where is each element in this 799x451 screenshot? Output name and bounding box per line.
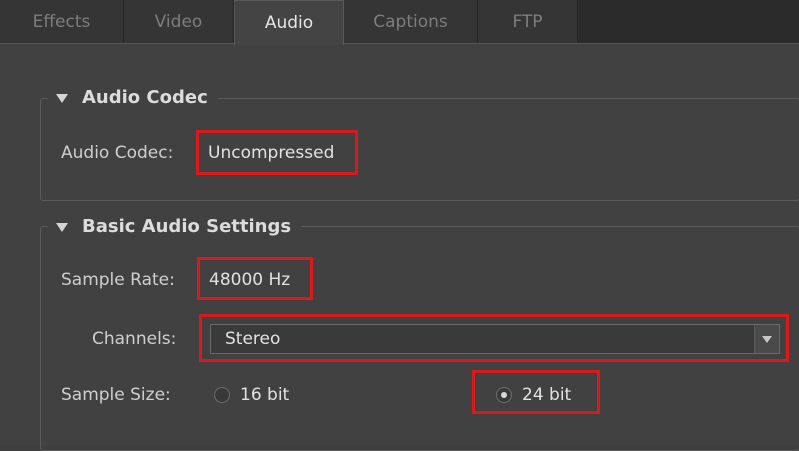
collapse-triangle-icon[interactable] xyxy=(56,222,68,232)
sample-size-24bit-option[interactable]: 24 bit xyxy=(496,385,571,405)
tab-ftp[interactable]: FTP xyxy=(478,0,578,43)
chevron-down-icon xyxy=(762,335,772,343)
sample-size-16bit-label: 16 bit xyxy=(240,385,290,405)
sample-size-label: Sample Size: xyxy=(61,385,171,405)
tab-audio[interactable]: Audio xyxy=(234,0,344,45)
sample-size-24bit-label: 24 bit xyxy=(522,385,572,405)
tab-effects[interactable]: Effects xyxy=(0,0,124,43)
audio-codec-value: Uncompressed xyxy=(208,143,335,163)
dropdown-chevron-down-icon[interactable] xyxy=(754,325,779,353)
channels-dropdown[interactable]: Stereo xyxy=(210,324,780,354)
radio-dot-icon xyxy=(501,392,507,398)
audio-codec-label: Audio Codec: xyxy=(61,143,174,163)
tab-bar-filler xyxy=(578,0,799,43)
sample-rate-value: 48000 Hz xyxy=(209,270,291,290)
channels-selected-value: Stereo xyxy=(225,329,281,349)
basic-audio-settings-title: Basic Audio Settings xyxy=(82,215,292,237)
tab-captions[interactable]: Captions xyxy=(344,0,478,43)
tab-bar: Effects Video Audio Captions FTP xyxy=(0,0,799,45)
radio-selected-icon[interactable] xyxy=(496,387,512,403)
radio-unselected-icon[interactable] xyxy=(214,387,230,403)
sample-size-16bit-option[interactable]: 16 bit xyxy=(214,385,289,405)
sample-rate-label: Sample Rate: xyxy=(61,270,175,290)
audio-codec-title: Audio Codec xyxy=(82,86,208,108)
collapse-triangle-icon[interactable] xyxy=(56,93,68,103)
tab-video[interactable]: Video xyxy=(124,0,234,43)
audio-codec-header[interactable]: Audio Codec xyxy=(48,84,218,110)
channels-label: Channels: xyxy=(92,329,177,349)
basic-audio-settings-header[interactable]: Basic Audio Settings xyxy=(48,213,302,239)
